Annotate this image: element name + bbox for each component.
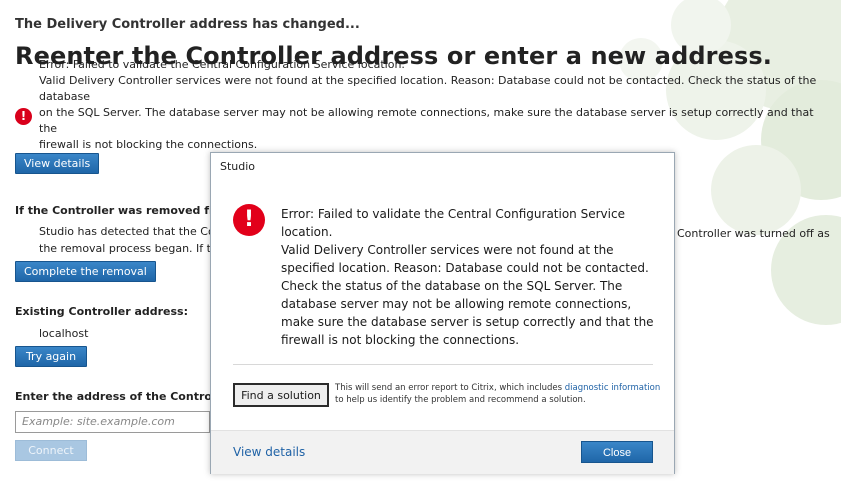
address-input[interactable]: Example: site.example.com (15, 411, 210, 433)
page-subtitle: The Delivery Controller address has chan… (15, 17, 360, 32)
error-line: on the SQL Server. The database server m… (39, 106, 814, 135)
error-message: Error: Failed to validate the Central Co… (39, 57, 834, 153)
dialog-separator (233, 364, 653, 365)
find-solution-button[interactable]: Find a solution (233, 383, 329, 407)
dialog-message-line: make sure the database server is setup c… (281, 315, 654, 329)
dialog-view-details-link[interactable]: View details (233, 445, 305, 459)
dialog-message-line: Valid Delivery Controller services were … (281, 243, 614, 257)
error-line: firewall is not blocking the connections… (39, 138, 258, 151)
existing-address-heading: Existing Controller address: (15, 305, 188, 318)
dialog-message-line: location. (281, 225, 333, 239)
dialog-message-line: Check the status of the database on the … (281, 279, 623, 293)
error-icon: ! (233, 204, 265, 236)
existing-address-value: localhost (39, 327, 89, 340)
try-again-button[interactable]: Try again (15, 346, 87, 367)
dialog-message: Error: Failed to validate the Central Co… (281, 205, 654, 349)
dialog-message-line: Error: Failed to validate the Central Co… (281, 207, 625, 221)
error-line: Valid Delivery Controller services were … (39, 74, 817, 103)
dialog-message-line: specified location. Reason: Database cou… (281, 261, 649, 275)
error-line: Error: Failed to validate the Central Co… (39, 58, 405, 71)
removed-section-text: Controller was turned off as (677, 227, 830, 240)
find-note-text: This will send an error report to Citrix… (335, 383, 563, 393)
complete-removal-button[interactable]: Complete the removal (15, 261, 156, 282)
close-button[interactable]: Close (581, 441, 653, 463)
view-details-button[interactable]: View details (15, 153, 100, 174)
dialog-title: Studio (220, 160, 256, 173)
error-dialog: Studio ! Error: Failed to validate the C… (210, 152, 675, 474)
dialog-footer: View details Close (211, 430, 674, 474)
dialog-message-line: firewall is not blocking the connections… (281, 333, 520, 347)
dialog-message-line: database server may not be allowing remo… (281, 297, 632, 311)
removed-section-heading: If the Controller was removed from (15, 204, 234, 217)
removed-section-text: Studio has detected that the Con (39, 225, 222, 238)
find-solution-note: This will send an error report to Citrix… (335, 382, 665, 406)
removed-section-text: the removal process began. If th (39, 242, 218, 255)
find-note-text: to help us identify the problem and reco… (335, 395, 586, 405)
connect-button[interactable]: Connect (15, 440, 87, 461)
error-icon: ! (15, 108, 32, 125)
diagnostic-information-link[interactable]: diagnostic information (565, 383, 661, 393)
